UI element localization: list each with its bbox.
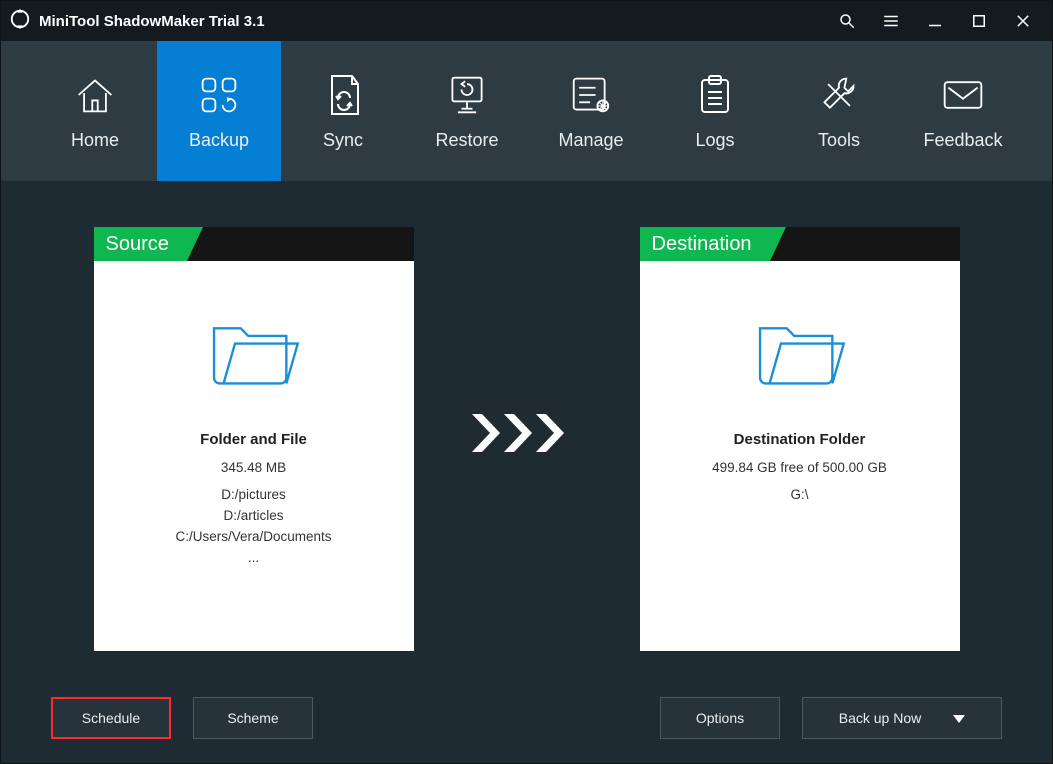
source-card[interactable]: Source Folder and File 345.48 MB D:/pict…	[94, 227, 414, 651]
app-logo-icon	[9, 8, 31, 35]
card-header: Source	[94, 227, 414, 261]
source-header-tab: Source	[94, 227, 187, 261]
app-title: MiniTool ShadowMaker Trial 3.1	[39, 13, 265, 30]
destination-title: Destination Folder	[640, 431, 960, 448]
maximize-icon[interactable]	[968, 10, 990, 32]
source-path: C:/Users/Vera/Documents	[94, 527, 414, 548]
destination-drive: G:\	[640, 485, 960, 506]
button-label: Scheme	[227, 710, 278, 726]
tab-logs[interactable]: Logs	[653, 41, 777, 181]
chevron-down-icon	[953, 710, 965, 726]
tab-backup[interactable]: Backup	[157, 41, 281, 181]
titlebar-controls	[836, 10, 1044, 32]
destination-header-label: Destination	[652, 233, 752, 256]
tab-home[interactable]: Home	[33, 41, 157, 181]
footer-bar: Schedule Scheme Options Back up Now	[1, 673, 1052, 763]
button-label: Options	[696, 710, 744, 726]
search-icon[interactable]	[836, 10, 858, 32]
tab-tools[interactable]: Tools	[777, 41, 901, 181]
manage-icon	[570, 72, 612, 118]
source-path: D:/pictures	[94, 485, 414, 506]
source-path-more: ...	[94, 548, 414, 569]
app-window: MiniTool ShadowMaker Trial 3.1 Home Back…	[0, 0, 1053, 764]
close-icon[interactable]	[1012, 10, 1034, 32]
titlebar: MiniTool ShadowMaker Trial 3.1	[1, 1, 1052, 41]
source-path: D:/articles	[94, 506, 414, 527]
scheme-button[interactable]: Scheme	[193, 697, 313, 739]
tab-label: Manage	[558, 130, 623, 151]
tab-label: Backup	[189, 130, 249, 151]
tab-manage[interactable]: Manage	[529, 41, 653, 181]
tab-feedback[interactable]: Feedback	[901, 41, 1025, 181]
button-label: Schedule	[82, 710, 140, 726]
schedule-button[interactable]: Schedule	[51, 697, 171, 739]
arrow-icon	[472, 408, 582, 463]
menu-icon[interactable]	[880, 10, 902, 32]
content-area: Source Folder and File 345.48 MB D:/pict…	[1, 181, 1052, 673]
destination-space: 499.84 GB free of 500.00 GB	[640, 458, 960, 479]
logs-icon	[696, 72, 734, 118]
destination-card[interactable]: Destination Destination Folder 499.84 GB…	[640, 227, 960, 651]
tab-label: Feedback	[923, 130, 1002, 151]
folder-icon	[94, 315, 414, 393]
source-body: Folder and File 345.48 MB D:/pictures D:…	[94, 261, 414, 569]
backup-now-button[interactable]: Back up Now	[802, 697, 1002, 739]
home-icon	[73, 72, 117, 118]
folder-icon	[640, 315, 960, 393]
tab-label: Tools	[818, 130, 860, 151]
card-header: Destination	[640, 227, 960, 261]
source-title: Folder and File	[94, 431, 414, 448]
tab-label: Restore	[435, 130, 498, 151]
tab-label: Sync	[323, 130, 363, 151]
tab-label: Logs	[695, 130, 734, 151]
source-size: 345.48 MB	[94, 458, 414, 479]
tab-restore[interactable]: Restore	[405, 41, 529, 181]
brand: MiniTool ShadowMaker Trial 3.1	[9, 8, 836, 35]
tab-sync[interactable]: Sync	[281, 41, 405, 181]
options-button[interactable]: Options	[660, 697, 780, 739]
source-header-label: Source	[106, 233, 169, 256]
destination-body: Destination Folder 499.84 GB free of 500…	[640, 261, 960, 506]
main-nav: Home Backup Sync Restore Manage Logs Too…	[1, 41, 1052, 181]
feedback-icon	[941, 72, 985, 118]
sync-icon	[324, 72, 362, 118]
backup-icon	[197, 72, 241, 118]
restore-icon	[445, 72, 489, 118]
destination-header-tab: Destination	[640, 227, 770, 261]
button-label: Back up Now	[839, 710, 921, 726]
tools-icon	[819, 72, 859, 118]
tab-label: Home	[71, 130, 119, 151]
minimize-icon[interactable]	[924, 10, 946, 32]
